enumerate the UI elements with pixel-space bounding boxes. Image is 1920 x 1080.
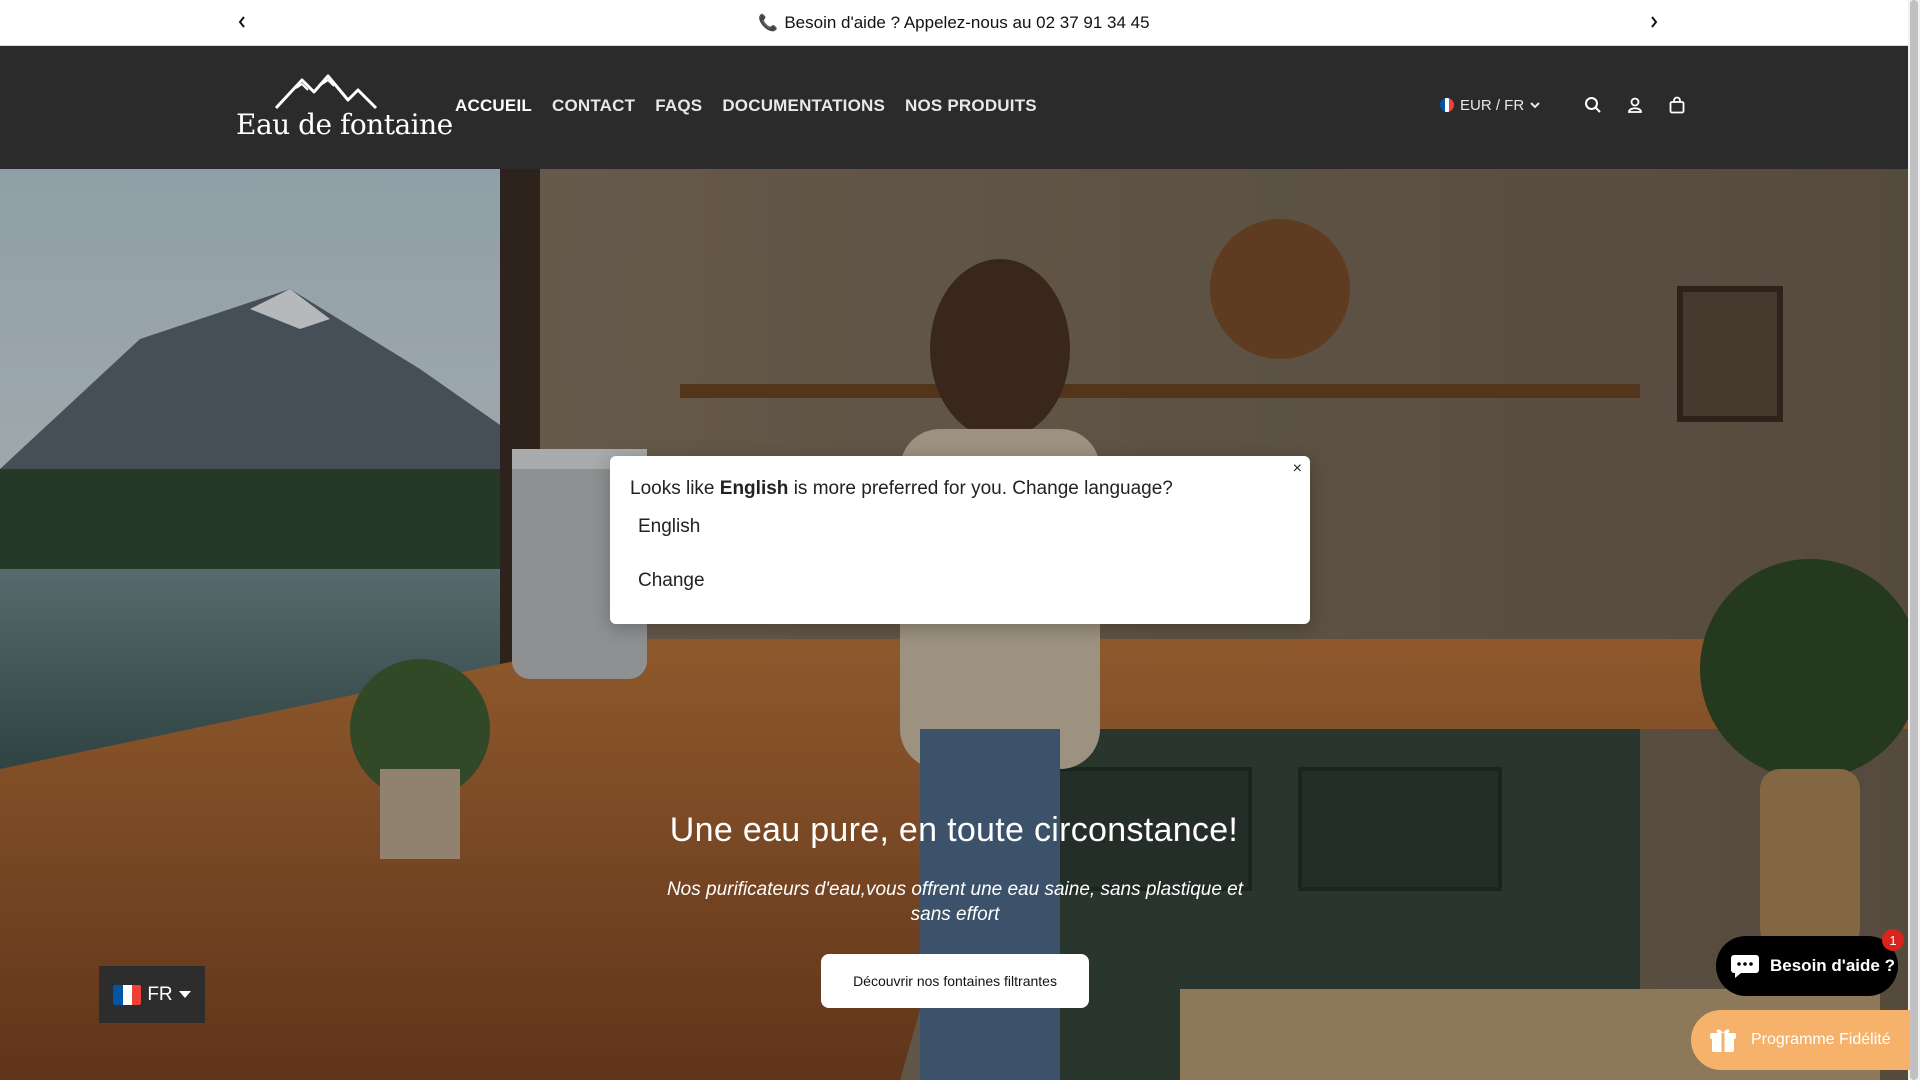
shopping-bag-icon: [1669, 96, 1685, 114]
nav-item-faqs[interactable]: FAQS: [655, 96, 702, 116]
cart-button[interactable]: [1666, 94, 1688, 116]
france-flag-icon: [1440, 98, 1454, 112]
discover-fountains-button[interactable]: Découvrir nos fontaines filtrantes: [821, 954, 1089, 1008]
message-prefix: Looks like: [630, 478, 715, 499]
scrollbar-thumb[interactable]: [1910, 0, 1918, 1080]
language-option-english[interactable]: English: [638, 516, 700, 538]
close-icon[interactable]: ×: [1293, 460, 1302, 478]
account-button[interactable]: [1624, 94, 1646, 116]
language-suggestion-popup: × Looks like English is more preferred f…: [610, 456, 1310, 624]
logo-text: Eau de fontaine: [236, 108, 453, 141]
chat-button[interactable]: Besoin d'aide ?: [1716, 936, 1898, 996]
hero-overlay: [0, 169, 1908, 1080]
search-button[interactable]: [1582, 94, 1604, 116]
chevron-left-icon: [238, 16, 245, 28]
site-logo[interactable]: Eau de fontaine: [236, 74, 453, 144]
announcement-bar: 📞 Besoin d'aide ? Appelez-nous au 02 37 …: [0, 0, 1908, 46]
nav-item-nos-produits[interactable]: NOS PRODUITS: [905, 96, 1037, 116]
france-flag-icon: [113, 984, 142, 1005]
loyalty-label: Programme Fidélité: [1751, 1031, 1891, 1048]
nav-item-accueil[interactable]: ACCUEIL: [455, 96, 532, 116]
main-nav: ACCUEIL CONTACT FAQS DOCUMENTATIONS NOS …: [455, 96, 1037, 116]
search-icon: [1585, 97, 1601, 113]
loyalty-program-button[interactable]: Programme Fidélité: [1691, 1010, 1910, 1070]
currency-language-selector[interactable]: EUR / FR: [1440, 97, 1540, 114]
change-language-button[interactable]: Change: [638, 570, 705, 592]
chat-label: Besoin d'aide ?: [1770, 956, 1895, 975]
chevron-down-icon: [1530, 102, 1540, 109]
chevron-right-icon: [1651, 16, 1658, 28]
phone-icon: 📞: [758, 14, 779, 32]
chat-bubble-icon: [1731, 955, 1759, 978]
user-icon: [1628, 97, 1643, 113]
caret-down-icon: [178, 991, 191, 998]
suggested-language-name: English: [719, 478, 789, 499]
hero-title: Une eau pure, en toute circonstance!: [669, 811, 1239, 849]
page-scrollbar[interactable]: [1908, 0, 1920, 1080]
locale-label: EUR / FR: [1460, 96, 1525, 114]
message-suffix: is more preferred for you. Change langua…: [793, 478, 1173, 499]
hero-banner: Une eau pure, en toute circonstance! Nos…: [0, 169, 1908, 1080]
header-actions: EUR / FR: [1440, 94, 1688, 116]
announcement-text: Besoin d'aide ? Appelez-nous au 02 37 91…: [784, 12, 1150, 32]
gift-icon: [1710, 1029, 1736, 1052]
site-header: Eau de fontaine ACCUEIL CONTACT FAQS DOC…: [0, 46, 1908, 169]
language-suggestion-message: Looks like English is more preferred for…: [630, 478, 1173, 500]
previous-announcement-button[interactable]: [232, 12, 252, 32]
chat-notification-badge: 1: [1882, 929, 1904, 951]
nav-item-contact[interactable]: CONTACT: [552, 96, 635, 116]
nav-item-documentations[interactable]: DOCUMENTATIONS: [722, 96, 885, 116]
mountain-logo-icon: [274, 74, 378, 110]
hero-subtitle: Nos purificateurs d'eau,vous offrent une…: [666, 879, 1244, 925]
language-switcher-label: FR: [147, 983, 173, 1005]
language-switcher[interactable]: FR: [99, 966, 205, 1023]
next-announcement-button[interactable]: [1644, 12, 1664, 32]
